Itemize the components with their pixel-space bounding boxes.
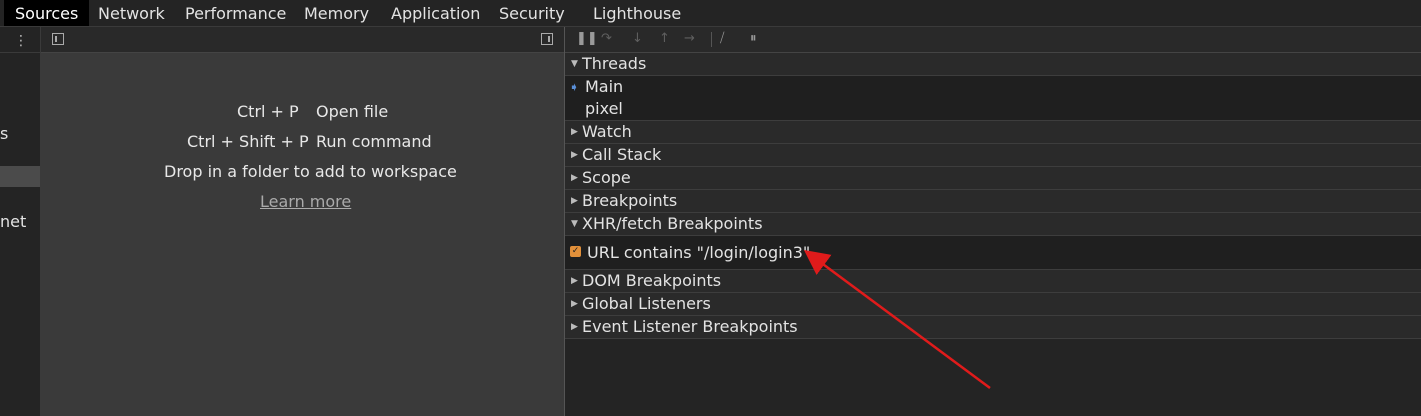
current-thread-arrow-icon: ➧ (569, 80, 580, 94)
step-icon[interactable]: → (684, 31, 695, 46)
expanded-triangle-icon: ▼ (571, 219, 578, 229)
section-xhr-breakpoints[interactable]: ▼ XHR/fetch Breakpoints (565, 213, 1421, 236)
tab-network[interactable]: Network (98, 0, 165, 26)
collapsed-triangle-icon: ▶ (571, 276, 578, 286)
panel-tab-bar: Sources Network Performance Memory Appli… (0, 0, 1421, 27)
collapsed-triangle-icon: ▶ (571, 322, 578, 332)
section-global-listeners[interactable]: ▶ Global Listeners (565, 293, 1421, 316)
sidebar-toolbar-divider (0, 52, 40, 53)
tab-sources[interactable]: Sources (4, 0, 90, 26)
section-scope[interactable]: ▶ Scope (565, 167, 1421, 190)
debugger-pane: ❚❚ ↷ ↓ ↑ → ⧸ ⏸ ▼ Threads ➧ Main pixel ▶ … (565, 27, 1421, 416)
toggle-navigator-icon[interactable] (52, 33, 64, 45)
section-event-listener-breakpoints[interactable]: ▶ Event Listener Breakpoints (565, 316, 1421, 339)
collapsed-triangle-icon: ▶ (571, 196, 578, 206)
debugger-sections: ▼ Threads ➧ Main pixel ▶ Watch ▶ Call St… (565, 53, 1421, 339)
checkbox-checked-icon[interactable]: ✓ (570, 246, 581, 257)
expanded-triangle-icon: ▼ (571, 59, 578, 69)
sidebar-item-selected[interactable] (0, 166, 40, 187)
toolbar-separator (711, 32, 712, 47)
editor-pane: Ctrl + P Open file Ctrl + Shift + P Run … (41, 27, 565, 416)
more-vert-icon[interactable]: ⋮ (14, 33, 28, 49)
section-watch[interactable]: ▶ Watch (565, 121, 1421, 144)
tab-application[interactable]: Application (391, 0, 480, 26)
xhr-breakpoint-item[interactable]: ✓ URL contains "/login/login3" (565, 236, 1421, 270)
step-out-icon[interactable]: ↑ (659, 31, 670, 46)
sidebar-item-partial[interactable]: s (0, 124, 8, 143)
section-breakpoints[interactable]: ▶ Breakpoints (565, 190, 1421, 213)
collapsed-triangle-icon: ▶ (571, 299, 578, 309)
collapsed-triangle-icon: ▶ (571, 127, 578, 137)
tab-memory[interactable]: Memory (304, 0, 369, 26)
shortcut-action: Open file (316, 102, 389, 121)
section-call-stack[interactable]: ▶ Call Stack (565, 144, 1421, 167)
shortcut-keys: Ctrl + P (237, 102, 299, 121)
pause-on-exceptions-icon[interactable]: ⏸ (750, 31, 757, 46)
tab-security[interactable]: Security (499, 0, 565, 26)
navigator-sidebar: ⋮ s net (0, 27, 41, 416)
shortcut-keys: Ctrl + Shift + P (187, 132, 309, 151)
thread-item-main[interactable]: ➧ Main (565, 76, 1421, 98)
editor-toolbar (41, 27, 564, 53)
section-dom-breakpoints[interactable]: ▶ DOM Breakpoints (565, 270, 1421, 293)
thread-item-pixel[interactable]: pixel (565, 98, 1421, 121)
learn-more-link[interactable]: Learn more (260, 192, 351, 211)
shortcut-action: Run command (316, 132, 432, 151)
tab-performance[interactable]: Performance (185, 0, 286, 26)
step-over-icon[interactable]: ↷ (601, 31, 612, 46)
pause-icon[interactable]: ❚❚ (576, 31, 598, 46)
debugger-toolbar: ❚❚ ↷ ↓ ↑ → ⧸ ⏸ (565, 27, 1421, 53)
collapsed-triangle-icon: ▶ (571, 150, 578, 160)
section-threads[interactable]: ▼ Threads (565, 53, 1421, 76)
sidebar-item-partial[interactable]: net (0, 212, 26, 231)
deactivate-breakpoints-icon[interactable]: ⧸ (720, 31, 724, 46)
drop-folder-hint: Drop in a folder to add to workspace (164, 162, 457, 181)
step-into-icon[interactable]: ↓ (632, 31, 643, 46)
tab-lighthouse[interactable]: Lighthouse (593, 0, 681, 26)
collapsed-triangle-icon: ▶ (571, 173, 578, 183)
toggle-debugger-icon[interactable] (541, 33, 553, 45)
